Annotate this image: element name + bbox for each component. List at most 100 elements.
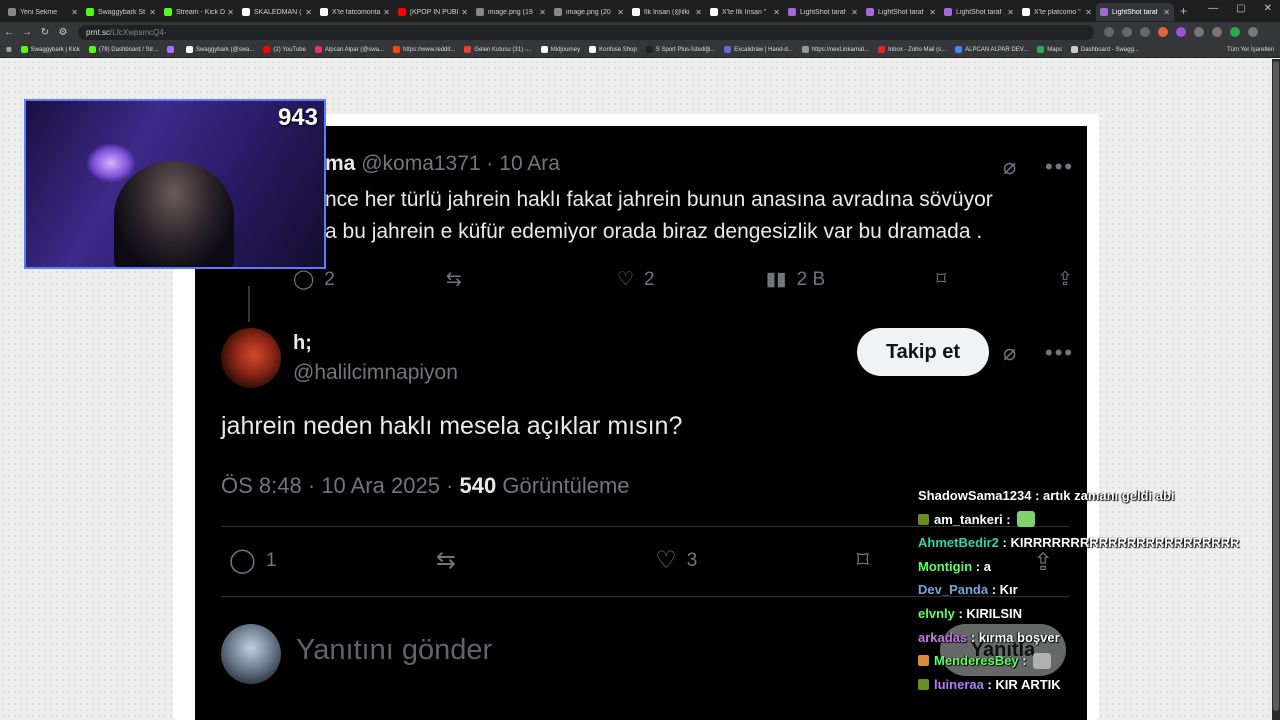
chat-username: elvnly — [918, 605, 955, 621]
bookmark-item[interactable]: Alpcan Alpar (@swa... — [314, 46, 384, 53]
forward-icon[interactable]: → — [18, 27, 36, 38]
bookmark-label: Dashboard - Swagg... — [1080, 46, 1139, 53]
url-input[interactable]: prnt.sc/LfcXwpsmcQ4- — [78, 24, 1094, 40]
more-icon: ••• — [1045, 154, 1075, 179]
site-info-icon[interactable]: ⚙ — [54, 27, 72, 38]
close-icon[interactable]: ✕ — [851, 8, 858, 17]
close-icon[interactable]: ✕ — [1163, 8, 1170, 17]
tweet-text: jahrein neden haklı mesela açıklar mısın… — [221, 412, 683, 440]
menu-icon[interactable] — [1248, 27, 1258, 37]
chat-separator: : — [967, 629, 979, 645]
browser-tab[interactable]: image.png (20 ✕ — [550, 3, 628, 21]
browser-tab[interactable]: Yeni Sekme ✕ — [4, 3, 82, 21]
tweet-actions: ◯ 1 ⇆ ♡ 3 ⌑ — [229, 546, 869, 575]
puzzle-icon[interactable] — [1194, 27, 1204, 37]
browser-tab[interactable]: X'te İlk İnsan " ✕ — [706, 3, 784, 21]
tab-label: Yeni Sekme — [20, 8, 58, 16]
bookmark-item[interactable]: https://next.inkarnat... — [801, 46, 869, 53]
extension-icon[interactable] — [1176, 27, 1186, 37]
bookmark-item[interactable]: S Sport Plus-İstediği... — [645, 46, 715, 53]
more-icon: ••• — [1045, 340, 1075, 365]
bookmark-favicon-icon — [88, 46, 96, 53]
close-icon[interactable]: ✕ — [695, 8, 702, 17]
all-bookmarks-button[interactable]: Tüm Yer İşaretleri — [1227, 47, 1274, 53]
zoom-icon[interactable] — [1104, 27, 1114, 37]
reload-icon[interactable]: ↻ — [36, 27, 54, 38]
parent-author-name: ma — [325, 152, 356, 175]
bookmark-item[interactable]: Excalidraw | Hand-d... — [724, 46, 793, 53]
chat-badge-icon — [918, 679, 929, 691]
bookmark-favicon-icon — [589, 46, 597, 53]
chat-badge-icon — [918, 655, 929, 667]
close-icon[interactable]: ✕ — [539, 8, 546, 17]
bookmark-item[interactable]: Midjourney — [540, 46, 580, 53]
views-label: Görüntüleme — [502, 473, 630, 498]
download-icon[interactable] — [1212, 27, 1222, 37]
bookmark-item[interactable]: (2) YouTube — [263, 46, 306, 53]
browser-tab[interactable]: LightShot taraf ✕ — [862, 3, 940, 21]
parent-tweet-date: 10 Ara — [499, 152, 560, 175]
bookmark-item[interactable] — [166, 46, 177, 53]
browser-tab[interactable]: LightShot taraf ✕ — [784, 3, 862, 21]
browser-tab[interactable]: LightShot taraf ✕ — [1096, 3, 1174, 21]
browser-tab[interactable]: Stream - Kick D ✕ — [160, 3, 238, 21]
star-icon[interactable] — [1140, 27, 1150, 37]
close-icon[interactable]: ✕ — [305, 8, 312, 17]
maximize-icon[interactable]: ▢ — [1236, 3, 1245, 14]
share-icon[interactable] — [1122, 27, 1132, 37]
avatar — [221, 624, 281, 684]
browser-tab[interactable]: SKALEDMAN (✕ — [238, 3, 316, 21]
chat-text: Kır — [999, 582, 1018, 598]
close-icon[interactable]: ✕ — [617, 8, 624, 17]
bookmark-label: Konfuse Shop — [599, 46, 637, 53]
reply-placeholder: Yanıtını gönder — [296, 634, 493, 666]
bookmark-item[interactable]: Dashboard - Swagg... — [1070, 46, 1139, 53]
bookmark-item[interactable]: Gelen Kutusu (31) -... — [464, 46, 532, 53]
browser-tab[interactable]: LightShot taraf ✕ — [940, 3, 1018, 21]
tab-favicon-icon — [86, 8, 94, 16]
bookmark-item[interactable]: ALPCAN ALPAR DEV... — [955, 46, 1028, 53]
apps-icon[interactable]: ▦ — [6, 46, 12, 53]
profile-icon[interactable] — [1230, 27, 1240, 37]
scrollbar-thumb[interactable] — [1273, 61, 1279, 711]
close-icon[interactable]: ✕ — [383, 8, 390, 17]
back-icon[interactable]: ← — [0, 27, 18, 38]
browser-tab[interactable]: Swaggybark St ✕ — [82, 3, 160, 21]
retweet-icon: ⇆ — [435, 547, 456, 574]
retweet-action: ⇆ — [446, 268, 506, 291]
bookmark-label: https://www.reddit... — [403, 46, 456, 53]
bookmark-item[interactable]: Swaggybark (@swa... — [185, 46, 254, 53]
bookmark-item[interactable]: https://www.reddit... — [393, 46, 455, 53]
new-tab-button[interactable]: + — [1180, 4, 1187, 18]
browser-tab[interactable]: [KPOP IN PUBI ✕ — [394, 3, 472, 21]
browser-tab[interactable]: X'te platcomo " ✕ — [1018, 3, 1096, 21]
chat-text: artık zamanı geldi abi — [1043, 488, 1175, 503]
bookmark-item[interactable]: Swaggybark | Kick — [20, 46, 80, 53]
like-action: ♡ 3 — [655, 546, 697, 575]
bookmark-favicon-icon — [20, 46, 28, 53]
tab-label: X'te platcomo " — [1034, 8, 1081, 16]
close-icon[interactable]: ✕ — [929, 8, 936, 17]
close-icon[interactable]: ✕ — [149, 8, 156, 17]
page-scrollbar[interactable] — [1272, 59, 1280, 720]
bookmark-item[interactable]: (79) Dashboard / Str... — [88, 46, 158, 53]
bookmark-item[interactable]: Konfuse Shop — [589, 46, 637, 53]
close-icon[interactable]: ✕ — [227, 8, 234, 17]
close-icon[interactable]: ✕ — [461, 8, 468, 17]
follow-button: Takip et — [857, 328, 989, 376]
bookmark-item[interactable]: Inbox - Zoho Mail (s... — [878, 46, 946, 53]
close-icon[interactable]: ✕ — [71, 8, 78, 17]
close-icon[interactable]: ✕ — [773, 8, 780, 17]
browser-tab[interactable]: İlk İnsan (@ilki ✕ — [628, 3, 706, 21]
minimize-icon[interactable]: — — [1208, 3, 1218, 14]
chat-username: Dev_Panda — [918, 582, 989, 598]
extension-icon[interactable] — [1158, 27, 1168, 37]
tab-favicon-icon — [632, 8, 640, 16]
close-window-icon[interactable]: ✕ — [1264, 3, 1272, 14]
avatar — [221, 328, 281, 388]
close-icon[interactable]: ✕ — [1007, 8, 1014, 17]
browser-tab[interactable]: image.png (19 ✕ — [472, 3, 550, 21]
bookmark-item[interactable]: Maps — [1037, 46, 1062, 53]
close-icon[interactable]: ✕ — [1085, 8, 1092, 17]
browser-tab[interactable]: X'te fatcomonta ✕ — [316, 3, 394, 21]
